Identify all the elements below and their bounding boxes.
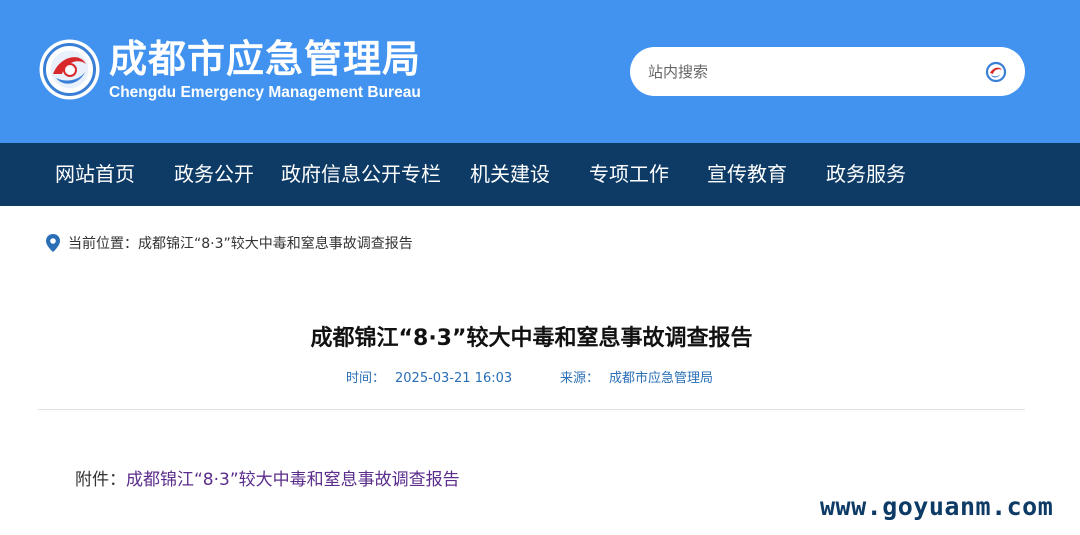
attachment-link[interactable]: 成都锦江“8·3”较大中毒和窒息事故调查报告 (126, 470, 460, 490)
site-header: 成都市应急管理局 Chengdu Emergency Management Bu… (0, 0, 1080, 143)
attachment-label: 附件： (75, 470, 126, 490)
nav-item-gov-service[interactable]: 政务服务 (826, 143, 906, 206)
time-value: 2025-03-21 16:03 (395, 371, 513, 386)
article-source: 来源： 成都市应急管理局 (560, 370, 713, 388)
breadcrumb: 当前位置： 成都锦江“8·3”较大中毒和窒息事故调查报告 (46, 233, 413, 253)
main-nav: 网站首页 政务公开 政府信息公开专栏 机关建设 专项工作 宣传教育 政务服务 (0, 143, 1080, 206)
breadcrumb-label: 当前位置： (68, 236, 138, 252)
watermark: www.goyuanm.com (820, 492, 1054, 521)
search-input[interactable] (648, 59, 978, 85)
title-divider (38, 409, 1025, 410)
nav-item-gov-affairs[interactable]: 政务公开 (174, 143, 254, 206)
source-label: 来源： (560, 371, 600, 386)
location-pin-icon (46, 234, 60, 252)
time-label: 时间： (346, 371, 386, 386)
breadcrumb-current-link[interactable]: 成都锦江“8·3”较大中毒和窒息事故调查报告 (138, 233, 413, 253)
site-title-cn: 成都市应急管理局 (109, 37, 422, 81)
nav-item-info-disclosure[interactable]: 政府信息公开专栏 (281, 143, 441, 206)
search-icon[interactable] (985, 61, 1007, 83)
article-time: 时间： 2025-03-21 16:03 (346, 370, 512, 388)
nav-item-home[interactable]: 网站首页 (55, 143, 135, 206)
site-title-en: Chengdu Emergency Management Bureau (109, 84, 421, 101)
nav-item-special-work[interactable]: 专项工作 (589, 143, 669, 206)
search-box (630, 47, 1025, 96)
article-title: 成都锦江“8·3”较大中毒和窒息事故调查报告 (310, 326, 753, 351)
nav-item-publicity[interactable]: 宣传教育 (707, 143, 787, 206)
nav-item-organ-building[interactable]: 机关建设 (470, 143, 550, 206)
attachment-row: 附件：成都锦江“8·3”较大中毒和窒息事故调查报告 (75, 468, 460, 492)
bureau-emblem-icon[interactable] (38, 38, 101, 101)
source-value: 成都市应急管理局 (609, 371, 714, 386)
